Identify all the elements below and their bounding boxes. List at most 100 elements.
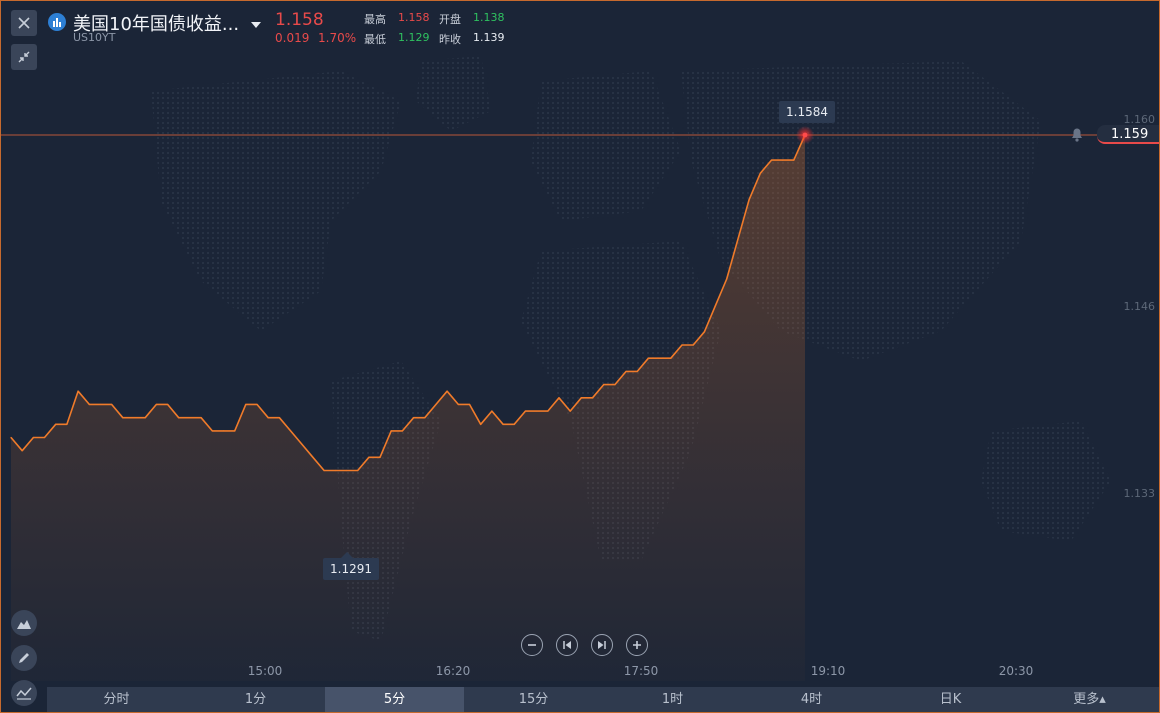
price-point	[580, 397, 582, 399]
price-point	[55, 423, 57, 425]
skip-back-icon	[563, 641, 571, 649]
tab-daily[interactable]: 日K	[881, 687, 1020, 712]
price-point	[714, 304, 717, 306]
min-label-pointer	[341, 552, 353, 558]
price-point	[603, 384, 605, 386]
tab-4h[interactable]: 4时	[742, 687, 881, 712]
close-button[interactable]	[11, 10, 37, 36]
low-value: 1.129	[398, 31, 430, 44]
tab-1h[interactable]: 1时	[603, 687, 742, 712]
price-point	[401, 430, 404, 432]
price-point	[435, 403, 437, 406]
price-point	[770, 159, 773, 161]
price-point	[256, 403, 258, 406]
price-point	[99, 403, 102, 406]
price-point	[636, 370, 638, 373]
tab-5m[interactable]: 5分	[325, 687, 464, 712]
indicator-icon	[16, 687, 32, 700]
go-end-button[interactable]	[591, 634, 613, 656]
indicator-button[interactable]	[11, 680, 37, 706]
price-point	[502, 423, 504, 425]
price-point	[412, 417, 415, 419]
price-point	[457, 403, 459, 406]
price-point	[166, 403, 169, 406]
chart-type-button[interactable]	[11, 610, 37, 636]
tab-15m[interactable]: 15分	[464, 687, 603, 712]
price-chart[interactable]	[1, 1, 1160, 713]
price-point	[726, 278, 728, 280]
draw-tool-button[interactable]	[11, 645, 37, 671]
plus-icon	[633, 641, 641, 649]
price-point	[681, 344, 683, 346]
price-point	[144, 417, 146, 419]
price-point	[278, 417, 280, 419]
price-point	[323, 469, 325, 472]
price-point	[782, 159, 784, 161]
y-tick: 1.133	[1123, 487, 1156, 500]
price-point	[312, 456, 314, 458]
instrument-symbol: US10YT	[73, 31, 116, 44]
bell-icon[interactable]	[1067, 124, 1087, 148]
price-point	[334, 469, 336, 472]
go-start-button[interactable]	[556, 634, 578, 656]
caret-down-icon[interactable]	[250, 22, 261, 28]
price-point	[32, 436, 34, 439]
price-point	[491, 410, 493, 412]
price-point	[222, 430, 225, 432]
price-point	[670, 357, 672, 359]
price-change-percent: 1.70%	[318, 31, 357, 45]
price-point	[793, 159, 795, 161]
price-point	[536, 410, 538, 412]
price-area-fill	[11, 135, 805, 681]
price-point	[569, 410, 571, 412]
zoom-out-button[interactable]	[521, 634, 543, 656]
price-point	[111, 403, 113, 406]
price-point	[155, 403, 157, 406]
y-tick: 1.146	[1123, 300, 1156, 313]
price-point	[446, 390, 448, 392]
chart-window: 美国10年国债收益... US10YT 1.158 0.019 1.70% 最高…	[0, 0, 1160, 713]
latest-point	[802, 132, 808, 138]
low-label: 最低	[364, 33, 386, 46]
price-point	[88, 403, 90, 406]
tab-more[interactable]: 更多▴	[1020, 687, 1159, 712]
price-point	[379, 456, 381, 458]
price-point	[189, 417, 191, 419]
x-tick: 15:00	[247, 664, 283, 678]
min-price-label: 1.1291	[323, 558, 379, 580]
current-price: 1.158	[275, 10, 324, 30]
price-point	[468, 403, 471, 406]
price-point	[122, 417, 124, 419]
pencil-icon	[19, 653, 29, 663]
price-point	[513, 423, 515, 425]
timeframe-tabs: 分时 1分 5分 15分 1时 4时 日K 更多▴	[47, 687, 1159, 712]
x-tick: 16:20	[435, 664, 471, 678]
price-point	[200, 417, 202, 419]
collapse-button[interactable]	[11, 44, 37, 70]
price-point	[267, 417, 269, 419]
price-point	[748, 199, 750, 201]
zoom-in-button[interactable]	[626, 634, 648, 656]
price-point	[368, 456, 370, 458]
tab-1m[interactable]: 1分	[186, 687, 325, 712]
high-label: 最高	[364, 13, 386, 26]
price-point	[21, 450, 23, 452]
price-point	[211, 430, 213, 432]
x-tick: 17:50	[623, 664, 659, 678]
price-point	[647, 357, 650, 359]
prev-close-value: 1.139	[473, 31, 505, 44]
x-tick: 20:30	[998, 664, 1034, 678]
price-point	[10, 436, 12, 439]
price-point	[289, 430, 292, 432]
price-point	[659, 357, 661, 359]
price-point	[133, 417, 135, 419]
price-point	[591, 397, 594, 399]
price-point	[43, 436, 46, 439]
mountain-chart-icon	[17, 620, 31, 629]
price-point	[390, 430, 392, 432]
bar-chart-icon	[48, 13, 66, 31]
price-point	[547, 410, 549, 412]
tab-fenshi[interactable]: 分时	[47, 687, 186, 712]
price-point	[625, 370, 627, 373]
close-icon	[18, 17, 30, 29]
